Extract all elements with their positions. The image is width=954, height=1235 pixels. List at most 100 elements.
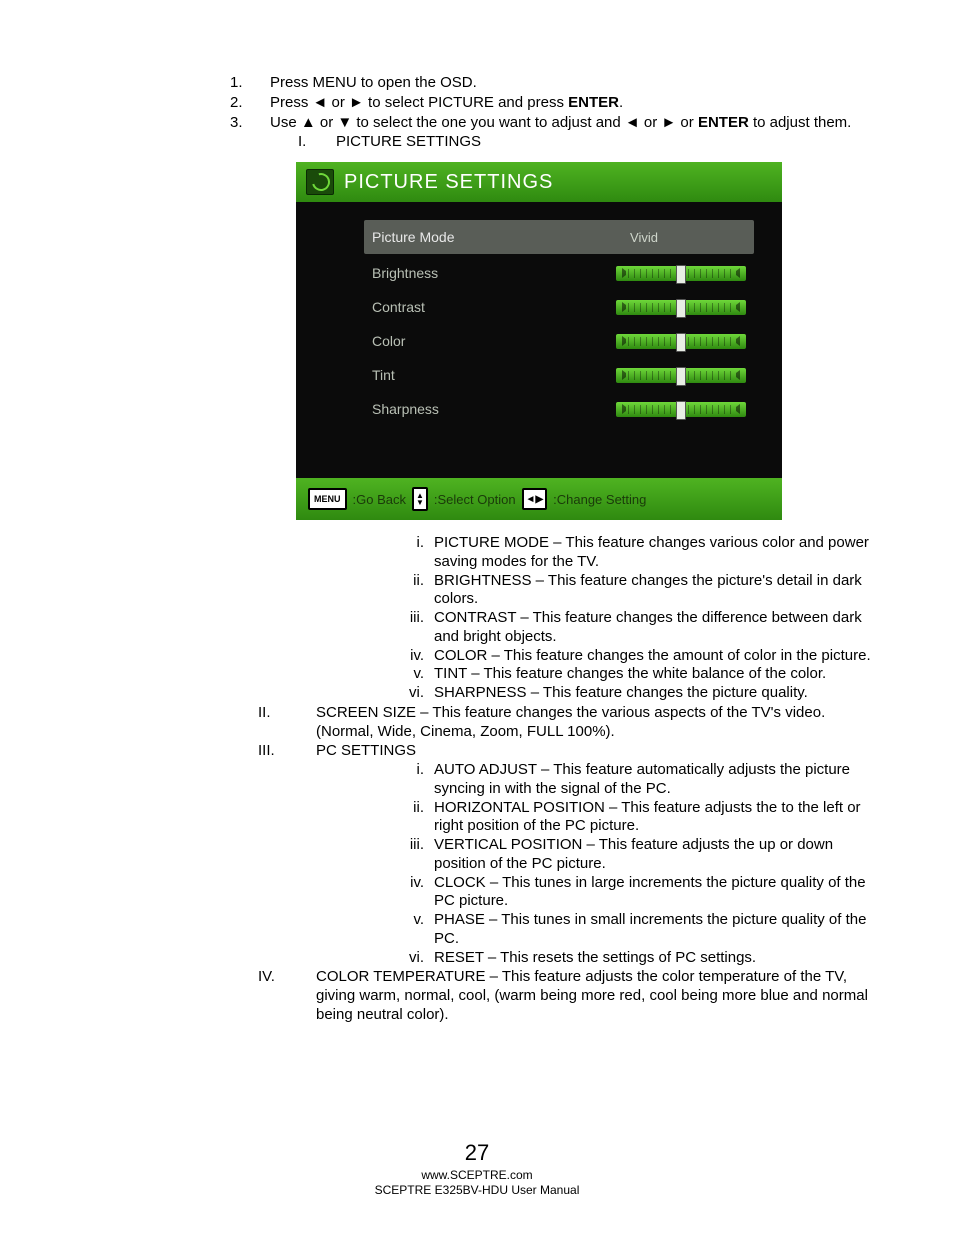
step-2: 2. Press ◄ or ► to select PICTURE and pr… <box>230 94 874 113</box>
slider-color[interactable] <box>616 334 746 349</box>
step-3: 3. Use ▲ or ▼ to select the one you want… <box>230 114 874 153</box>
section-text: PC SETTINGS <box>316 742 874 761</box>
step-1: 1. Press MENU to open the OSD. <box>230 74 874 93</box>
item-num: iv. <box>384 647 434 666</box>
osd-row-tint[interactable]: Tint <box>372 358 746 392</box>
osd-body: Picture Mode Vivid Brightness Contrast C… <box>296 202 782 426</box>
step-text: Press ◄ or ► to select PICTURE and press… <box>270 94 874 113</box>
list-item: iv.COLOR – This feature changes the amou… <box>384 647 874 666</box>
list-item: ii.BRIGHTNESS – This feature changes the… <box>384 572 874 610</box>
section-IV: IV. COLOR TEMPERATURE – This feature adj… <box>258 968 874 1024</box>
section-III: III. PC SETTINGS <box>258 742 874 761</box>
section-num: III. <box>258 742 316 761</box>
item-text: AUTO ADJUST – This feature automatically… <box>434 761 874 799</box>
text-span: . <box>619 94 623 111</box>
section-II: II. SCREEN SIZE – This feature changes t… <box>258 704 874 742</box>
item-text: VERTICAL POSITION – This feature adjusts… <box>434 836 874 874</box>
osd-label: Tint <box>372 367 542 383</box>
osd-row-brightness[interactable]: Brightness <box>372 256 746 290</box>
list-item: vi.RESET – This resets the settings of P… <box>384 949 874 968</box>
slider-contrast[interactable] <box>616 300 746 315</box>
item-num: ii. <box>384 799 434 837</box>
step-number: 3. <box>230 114 270 153</box>
bold-text: ENTER <box>568 94 619 111</box>
footer-label-go-back: :Go Back <box>353 492 406 507</box>
slider-sharpness[interactable] <box>616 402 746 417</box>
osd-label: Contrast <box>372 299 542 315</box>
item-num: ii. <box>384 572 434 610</box>
osd-label: Sharpness <box>372 401 542 417</box>
step-text: Press MENU to open the OSD. <box>270 74 874 93</box>
item-text: HORIZONTAL POSITION – This feature adjus… <box>434 799 874 837</box>
slider-brightness[interactable] <box>616 266 746 281</box>
item-text: RESET – This resets the settings of PC s… <box>434 949 874 968</box>
step-number: 2. <box>230 94 270 113</box>
bold-text: ENTER <box>698 114 749 131</box>
instruction-list: 1. Press MENU to open the OSD. 2. Press … <box>230 74 874 152</box>
page-number: 27 <box>0 1139 954 1168</box>
item-text: PICTURE MODE – This feature changes vari… <box>434 534 874 572</box>
item-num: iii. <box>384 836 434 874</box>
step-text: Use ▲ or ▼ to select the one you want to… <box>270 114 874 153</box>
step-number: 1. <box>230 74 270 93</box>
brand-logo-icon <box>306 169 334 195</box>
text-span: to adjust them. <box>749 114 852 131</box>
list-item: v.PHASE – This tunes in small increments… <box>384 911 874 949</box>
osd-row-sharpness[interactable]: Sharpness <box>372 392 746 426</box>
up-down-key-icon: ▲▼ <box>412 487 428 511</box>
osd-footer: MENU :Go Back ▲▼ :Select Option ◄▶ :Chan… <box>296 478 782 520</box>
footer-label-select: :Select Option <box>434 492 516 507</box>
substep-text: PICTURE SETTINGS <box>336 133 874 152</box>
section-text: SCREEN SIZE – This feature changes the v… <box>316 704 874 742</box>
footer-manual-name: SCEPTRE E325BV-HDU User Manual <box>0 1183 954 1199</box>
footer-url: www.SCEPTRE.com <box>0 1168 954 1184</box>
osd-label: Color <box>372 333 542 349</box>
list-item: iii.VERTICAL POSITION – This feature adj… <box>384 836 874 874</box>
item-num: i. <box>384 534 434 572</box>
text-span: Use ▲ or ▼ to select the one you want to… <box>270 114 698 131</box>
section-num: II. <box>258 704 316 742</box>
osd-row-color[interactable]: Color <box>372 324 746 358</box>
page-footer: 27 www.SCEPTRE.com SCEPTRE E325BV-HDU Us… <box>0 1139 954 1199</box>
osd-value: Vivid <box>542 230 746 245</box>
item-num: i. <box>384 761 434 799</box>
list-item: v.TINT – This feature changes the white … <box>384 665 874 684</box>
item-num: iii. <box>384 609 434 647</box>
section-num: IV. <box>258 968 316 1024</box>
section-text: COLOR TEMPERATURE – This feature adjusts… <box>316 968 874 1024</box>
roman-numeral: I. <box>298 133 336 152</box>
osd-label: Picture Mode <box>372 229 542 245</box>
text-span: Press ◄ or ► to select PICTURE and press <box>270 94 568 111</box>
list-item: i.PICTURE MODE – This feature changes va… <box>384 534 874 572</box>
item-text: COLOR – This feature changes the amount … <box>434 647 874 666</box>
item-num: v. <box>384 911 434 949</box>
item-text: CLOCK – This tunes in large increments t… <box>434 874 874 912</box>
item-num: vi. <box>384 684 434 703</box>
pc-settings-list: i.AUTO ADJUST – This feature automatical… <box>384 761 874 967</box>
item-text: PHASE – This tunes in small increments t… <box>434 911 874 949</box>
osd-label: Brightness <box>372 265 542 281</box>
osd-panel: PICTURE SETTINGS Picture Mode Vivid Brig… <box>296 162 782 520</box>
list-item: ii.HORIZONTAL POSITION – This feature ad… <box>384 799 874 837</box>
osd-title: PICTURE SETTINGS <box>344 171 553 194</box>
slider-tint[interactable] <box>616 368 746 383</box>
list-item: i.AUTO ADJUST – This feature automatical… <box>384 761 874 799</box>
manual-page: 1. Press MENU to open the OSD. 2. Press … <box>0 0 954 1235</box>
menu-key-icon: MENU <box>308 488 347 510</box>
item-num: v. <box>384 665 434 684</box>
osd-header: PICTURE SETTINGS <box>296 162 782 202</box>
item-num: iv. <box>384 874 434 912</box>
osd-row-picture-mode[interactable]: Picture Mode Vivid <box>364 220 754 254</box>
list-item: vi.SHARPNESS – This feature changes the … <box>384 684 874 703</box>
item-text: TINT – This feature changes the white ba… <box>434 665 874 684</box>
item-num: vi. <box>384 949 434 968</box>
list-item: iv.CLOCK – This tunes in large increment… <box>384 874 874 912</box>
picture-description-list: i.PICTURE MODE – This feature changes va… <box>384 534 874 703</box>
item-text: CONTRAST – This feature changes the diff… <box>434 609 874 647</box>
left-right-key-icon: ◄▶ <box>522 488 548 510</box>
substep-I: I. PICTURE SETTINGS <box>298 133 874 152</box>
item-text: BRIGHTNESS – This feature changes the pi… <box>434 572 874 610</box>
footer-label-change: :Change Setting <box>553 492 646 507</box>
list-item: iii.CONTRAST – This feature changes the … <box>384 609 874 647</box>
osd-row-contrast[interactable]: Contrast <box>372 290 746 324</box>
